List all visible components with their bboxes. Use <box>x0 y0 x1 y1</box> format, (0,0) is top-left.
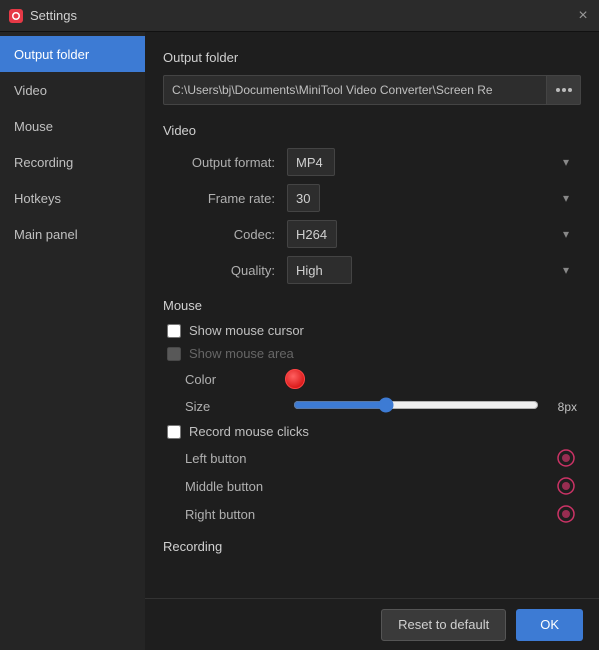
output-folder-title: Output folder <box>163 50 581 65</box>
close-button[interactable]: × <box>575 8 591 24</box>
main-layout: Output folder Video Mouse Recording Hotk… <box>0 32 599 650</box>
output-format-select-wrapper: MP4 AVI MOV MKV GIF <box>287 148 577 176</box>
show-cursor-checkbox[interactable] <box>167 324 181 338</box>
sidebar-item-label: Mouse <box>14 119 53 134</box>
codec-label: Codec: <box>167 227 287 242</box>
sidebar-item-label: Recording <box>14 155 73 170</box>
frame-rate-label: Frame rate: <box>167 191 287 206</box>
output-format-label: Output format: <box>167 155 287 170</box>
quality-select[interactable]: Low Medium High Ultra <box>287 256 352 284</box>
size-slider-wrapper <box>293 397 539 416</box>
mouse-section-title: Mouse <box>163 298 581 313</box>
color-swatch[interactable] <box>285 369 305 389</box>
left-button-row: Left button <box>163 447 581 469</box>
color-row: Color <box>163 369 581 389</box>
right-button-color-icon[interactable] <box>555 503 577 525</box>
color-label: Color <box>185 372 285 387</box>
output-path-row <box>163 75 581 105</box>
middle-button-row: Middle button <box>163 475 581 497</box>
sidebar-item-video[interactable]: Video <box>0 72 145 108</box>
sidebar-item-mouse[interactable]: Mouse <box>0 108 145 144</box>
sidebar-item-label: Hotkeys <box>14 191 61 206</box>
browse-button[interactable] <box>547 75 581 105</box>
record-clicks-label[interactable]: Record mouse clicks <box>189 424 309 439</box>
app-icon <box>8 8 24 24</box>
content-area: Output folder Video Output format: MP4 A… <box>145 32 599 650</box>
quality-row: Quality: Low Medium High Ultra <box>163 256 581 284</box>
recording-section-title: Recording <box>163 539 581 554</box>
middle-button-label: Middle button <box>185 479 555 494</box>
codec-select-wrapper: H264 H265 VP8 VP9 <box>287 220 577 248</box>
right-button-row: Right button <box>163 503 581 525</box>
record-clicks-checkbox[interactable] <box>167 425 181 439</box>
sidebar-item-recording[interactable]: Recording <box>0 144 145 180</box>
sidebar-item-label: Main panel <box>14 227 78 242</box>
sidebar: Output folder Video Mouse Recording Hotk… <box>0 32 145 650</box>
show-area-checkbox <box>167 347 181 361</box>
show-cursor-label[interactable]: Show mouse cursor <box>189 323 304 338</box>
left-button-label: Left button <box>185 451 555 466</box>
codec-row: Codec: H264 H265 VP8 VP9 <box>163 220 581 248</box>
recording-section: Recording <box>163 539 581 554</box>
size-value: 8px <box>547 400 577 414</box>
right-button-label: Right button <box>185 507 555 522</box>
sidebar-item-hotkeys[interactable]: Hotkeys <box>0 180 145 216</box>
ok-button[interactable]: OK <box>516 609 583 641</box>
frame-rate-select-wrapper: 24 25 30 60 <box>287 184 577 212</box>
window-title: Settings <box>30 8 575 23</box>
quality-select-wrapper: Low Medium High Ultra <box>287 256 577 284</box>
output-path-input[interactable] <box>163 75 547 105</box>
frame-rate-select[interactable]: 24 25 30 60 <box>287 184 320 212</box>
titlebar: Settings × <box>0 0 599 32</box>
show-area-label: Show mouse area <box>189 346 294 361</box>
dots-icon <box>556 88 572 92</box>
video-section-title: Video <box>163 123 581 138</box>
sidebar-item-output-folder[interactable]: Output folder <box>0 36 145 72</box>
frame-rate-row: Frame rate: 24 25 30 60 <box>163 184 581 212</box>
middle-button-color-icon[interactable] <box>555 475 577 497</box>
reset-button[interactable]: Reset to default <box>381 609 506 641</box>
size-row: Size 8px <box>163 397 581 416</box>
sidebar-item-label: Video <box>14 83 47 98</box>
output-format-select[interactable]: MP4 AVI MOV MKV GIF <box>287 148 335 176</box>
show-area-row: Show mouse area <box>163 346 581 361</box>
sidebar-item-label: Output folder <box>14 47 89 62</box>
output-format-row: Output format: MP4 AVI MOV MKV GIF <box>163 148 581 176</box>
codec-select[interactable]: H264 H265 VP8 VP9 <box>287 220 337 248</box>
show-cursor-row: Show mouse cursor <box>163 323 581 338</box>
footer: Reset to default OK <box>145 598 599 650</box>
left-button-color-icon[interactable] <box>555 447 577 469</box>
size-slider[interactable] <box>293 397 539 413</box>
sidebar-item-main-panel[interactable]: Main panel <box>0 216 145 252</box>
size-label: Size <box>185 399 285 414</box>
quality-label: Quality: <box>167 263 287 278</box>
record-clicks-row: Record mouse clicks <box>163 424 581 439</box>
mouse-section: Mouse Show mouse cursor Show mouse area … <box>163 298 581 525</box>
